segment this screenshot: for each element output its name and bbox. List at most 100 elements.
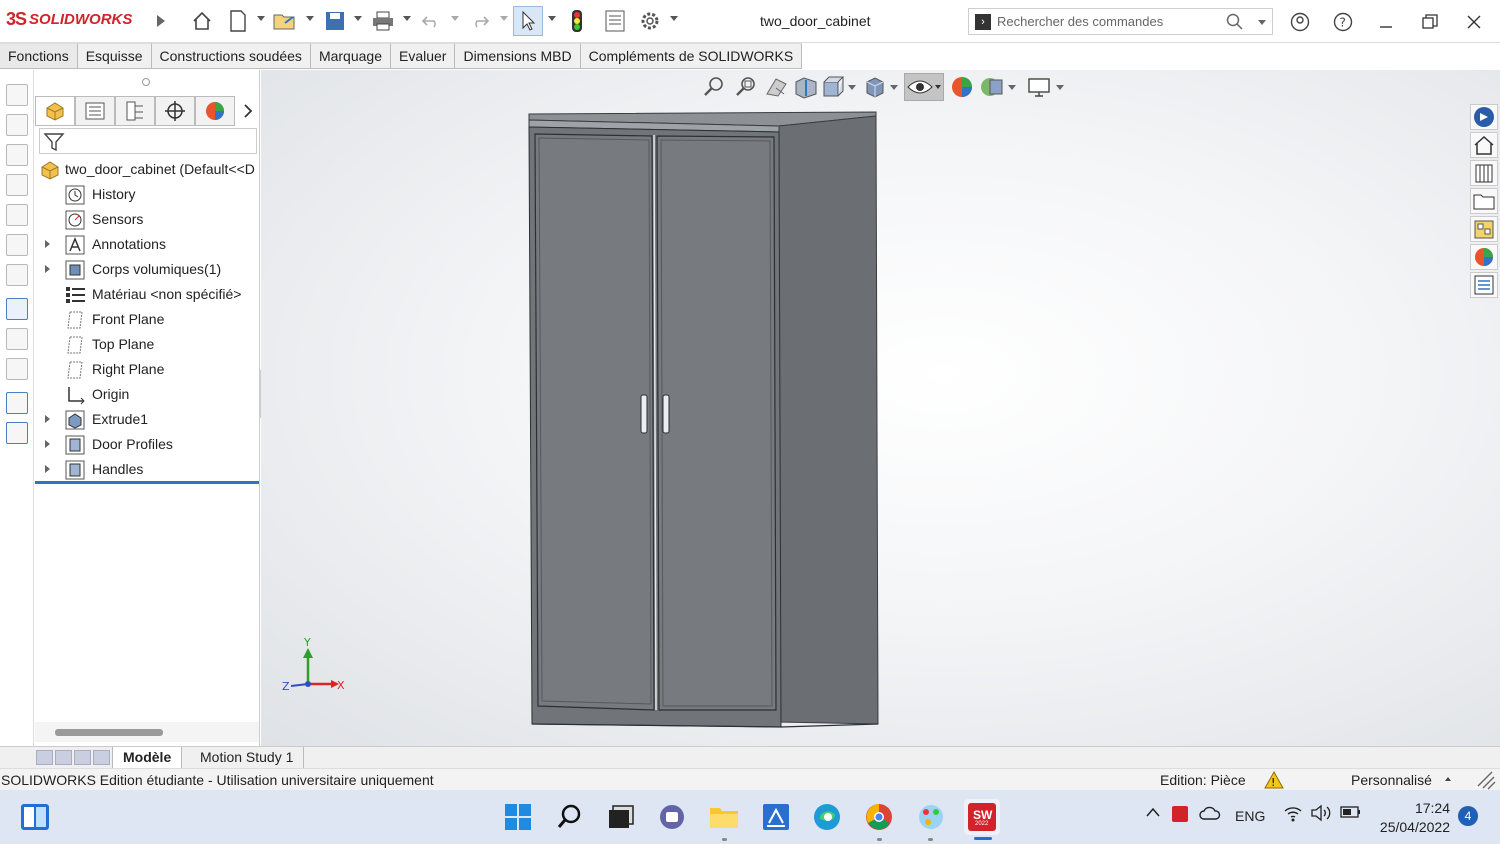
print-dropdown-icon[interactable] xyxy=(403,16,411,21)
display-style-icon[interactable] xyxy=(862,74,888,100)
tree-item-origin[interactable]: Origin xyxy=(35,383,260,408)
undo-dropdown-icon[interactable] xyxy=(451,16,459,21)
flyout-arrow-icon[interactable] xyxy=(148,8,174,34)
curves-icon[interactable] xyxy=(6,328,28,350)
tab-motion-study-1[interactable]: Motion Study 1 xyxy=(190,747,305,769)
menu-tab-2[interactable]: Constructions soudées xyxy=(151,43,311,68)
tab-display-manager[interactable] xyxy=(195,96,235,126)
view-palette-icon[interactable] xyxy=(1470,216,1498,242)
notification-badge[interactable]: 4 xyxy=(1458,806,1478,826)
undo-icon[interactable] xyxy=(418,8,444,34)
tabs-overflow-arrow-icon[interactable] xyxy=(235,96,260,126)
input-language[interactable]: ENG xyxy=(1235,808,1265,824)
tree-rollback-bar[interactable] xyxy=(35,481,259,484)
search-dropdown-icon[interactable] xyxy=(1258,20,1266,25)
view-settings-icon[interactable] xyxy=(1026,75,1052,99)
tree-item-extrude1[interactable]: Extrude1 xyxy=(35,408,260,433)
print-icon[interactable] xyxy=(370,8,396,34)
file-explorer-icon[interactable] xyxy=(1470,188,1498,214)
system-clock[interactable]: 17:24 25/04/2022 xyxy=(1368,799,1450,837)
expand-arrow-icon[interactable] xyxy=(45,465,50,473)
tray-overflow-chevron-icon[interactable] xyxy=(1145,805,1161,822)
tab-feature-manager[interactable] xyxy=(35,96,75,126)
open-folder-icon[interactable] xyxy=(272,8,298,34)
onedrive-cloud-icon[interactable] xyxy=(1199,806,1221,823)
extruded-cut-icon[interactable] xyxy=(6,204,28,226)
windows-widgets-icon[interactable] xyxy=(19,801,51,833)
design-library-home-icon[interactable] xyxy=(1470,132,1498,158)
new-dropdown-icon[interactable] xyxy=(257,16,265,21)
zoom-to-fit-icon[interactable] xyxy=(702,74,728,100)
home-icon[interactable] xyxy=(189,8,215,34)
close-window-icon[interactable] xyxy=(1462,10,1486,34)
filter-icon[interactable] xyxy=(43,131,65,153)
menu-tab-4[interactable]: Evaluer xyxy=(390,43,456,68)
tree-item-handles[interactable]: Handles xyxy=(35,458,260,483)
tab-property-manager[interactable] xyxy=(75,96,115,126)
expand-arrow-icon[interactable] xyxy=(45,240,50,248)
linear-pattern-icon[interactable] xyxy=(6,392,28,414)
tab-scroll-arrows[interactable] xyxy=(36,750,110,765)
expand-arrow-icon[interactable] xyxy=(45,415,50,423)
options-dropdown-icon[interactable] xyxy=(670,16,678,21)
menu-tab-1[interactable]: Esquisse xyxy=(77,43,152,68)
zoom-to-area-icon[interactable] xyxy=(732,74,762,100)
first-tab-icon[interactable] xyxy=(36,750,53,765)
apply-scene-dropdown-icon[interactable] xyxy=(1008,84,1016,90)
tree-horizontal-scrollbar[interactable] xyxy=(55,729,163,736)
volume-icon[interactable] xyxy=(1310,804,1332,825)
tree-root-part[interactable]: two_door_cabinet (Default<<D xyxy=(35,158,260,183)
menu-tab-5[interactable]: Dimensions MBD xyxy=(455,43,581,68)
help-icon[interactable]: ? xyxy=(1331,10,1355,34)
save-dropdown-icon[interactable] xyxy=(354,16,362,21)
view-settings-dropdown-icon[interactable] xyxy=(1056,84,1064,90)
right-door-handle[interactable] xyxy=(662,394,670,434)
graphics-viewport[interactable]: Y X Z xyxy=(261,70,1500,746)
command-search-input[interactable]: › Rechercher des commandes xyxy=(968,8,1273,35)
tree-item-top-plane[interactable]: Top Plane xyxy=(35,333,260,358)
custom-properties-icon[interactable] xyxy=(1470,272,1498,298)
revolved-boss-icon[interactable] xyxy=(6,114,28,136)
status-units[interactable]: Personnalisé xyxy=(1351,772,1432,788)
reference-geometry-icon[interactable] xyxy=(6,298,28,320)
tree-item-corps-volumiques-1[interactable]: Corps volumiques(1) xyxy=(35,258,260,283)
lofted-boss-icon[interactable] xyxy=(6,174,28,196)
expand-arrow-icon[interactable] xyxy=(45,440,50,448)
edge-browser-icon[interactable] xyxy=(811,801,843,833)
file-properties-icon[interactable] xyxy=(602,8,628,34)
view-orientation-dropdown-icon[interactable] xyxy=(848,84,856,90)
menu-tab-0[interactable]: Fonctions xyxy=(0,43,78,68)
app-uploader-icon[interactable] xyxy=(760,801,792,833)
view-orientation-icon[interactable] xyxy=(820,74,846,100)
minimize-window-icon[interactable] xyxy=(1374,10,1398,34)
menu-tab-6[interactable]: Compléments de SOLIDWORKS xyxy=(580,43,803,68)
paint-app-icon[interactable] xyxy=(915,801,947,833)
design-library-icon[interactable] xyxy=(1470,160,1498,186)
wifi-icon[interactable] xyxy=(1283,804,1303,825)
next-tab-icon[interactable] xyxy=(74,750,91,765)
redo-icon[interactable] xyxy=(467,8,493,34)
user-account-icon[interactable] xyxy=(1288,10,1312,34)
swept-boss-icon[interactable] xyxy=(6,144,28,166)
appearances-icon[interactable] xyxy=(1470,244,1498,270)
extruded-boss-icon[interactable] xyxy=(6,84,28,106)
shell-icon[interactable] xyxy=(6,264,28,286)
new-document-icon[interactable] xyxy=(225,8,251,34)
section-view-icon[interactable] xyxy=(792,74,820,100)
hide-show-items-button[interactable] xyxy=(904,73,944,101)
options-gear-icon[interactable] xyxy=(637,8,663,34)
solidworks-logo[interactable]: 3S SOLIDWORKS xyxy=(6,9,132,30)
file-explorer-taskbar-icon[interactable] xyxy=(708,801,740,833)
prev-tab-icon[interactable] xyxy=(55,750,72,765)
teams-chat-icon[interactable] xyxy=(656,801,688,833)
select-dropdown-icon[interactable] xyxy=(548,16,556,21)
tab-dimxpert-manager[interactable] xyxy=(155,96,195,126)
edit-appearance-icon[interactable] xyxy=(948,74,978,100)
tree-filter-field[interactable] xyxy=(39,128,257,154)
rebuild-icon[interactable] xyxy=(564,8,590,34)
panel-collapse-handle[interactable] xyxy=(142,78,150,86)
menu-tab-3[interactable]: Marquage xyxy=(310,43,391,68)
tab-configuration-manager[interactable] xyxy=(115,96,155,126)
search-icon[interactable] xyxy=(1226,13,1244,31)
solidworks-resources-icon[interactable] xyxy=(1470,104,1498,130)
